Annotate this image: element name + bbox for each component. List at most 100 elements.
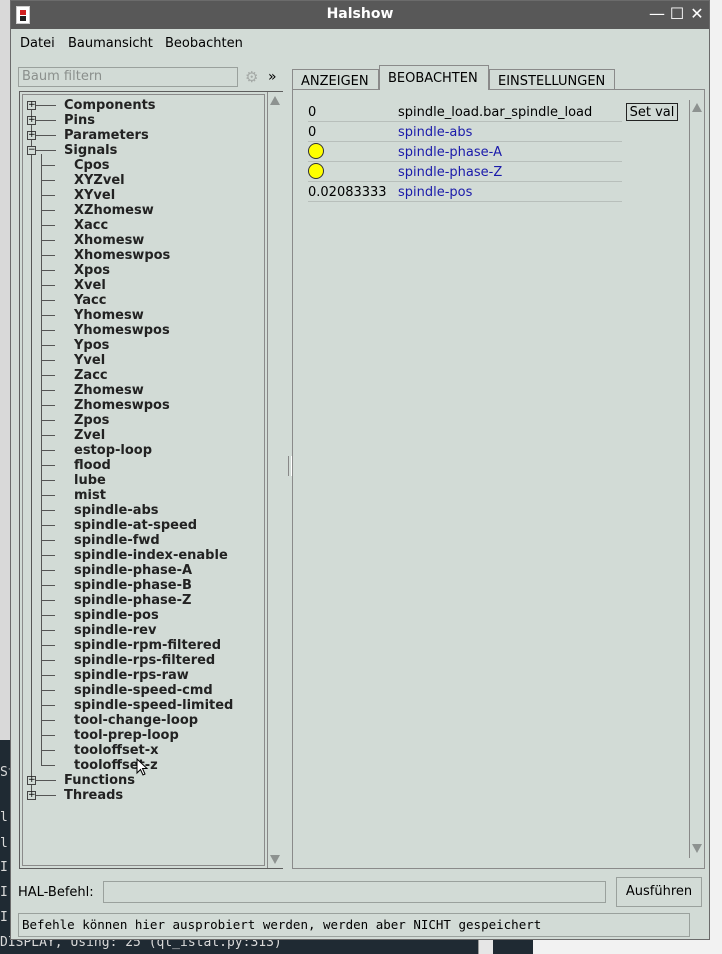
tree-leaf-signal[interactable]: Cpos [74,158,110,173]
tree-leaf-signal[interactable]: flood [74,458,111,473]
title-bar[interactable]: Halshow — ☐ ✕ [11,1,709,29]
watch-row: 0 spindle-abs [308,122,622,142]
tree-leaf-signal[interactable]: Yvel [74,353,105,368]
tab-einstellungen[interactable]: EINSTELLUNGEN [489,69,615,90]
scroll-up-icon[interactable] [692,103,702,112]
tree-connector [41,345,55,346]
tree-leaf-signal[interactable]: estop-loop [74,443,152,458]
tree-leaf-signal[interactable]: Yacc [74,293,106,308]
tree-leaf-signal[interactable]: spindle-speed-limited [74,698,233,713]
watch-signal-name[interactable]: spindle_load.bar_spindle_load [398,105,592,120]
tree-leaf-signal[interactable]: Zpos [74,413,109,428]
watch-scrollbar[interactable] [689,100,705,858]
tab-anzeigen[interactable]: ANZEIGEN [292,69,379,90]
tree-leaf-signal[interactable]: Yhomeswpos [74,323,170,338]
tree-connector [41,705,55,706]
expand-icon[interactable]: + [27,116,36,125]
tree-connector [31,105,32,795]
tree-leaf-signal[interactable]: tool-change-loop [74,713,198,728]
tree-leaf-signal[interactable]: Xacc [74,218,108,233]
tree-leaf-signal[interactable]: mist [74,488,106,503]
tree-node-signals[interactable]: Signals [64,143,117,158]
tree-leaf-signal[interactable]: Xvel [74,278,106,293]
expand-icon[interactable]: + [27,776,36,785]
tree-connector [41,510,55,511]
tree-leaf-signal[interactable]: Zvel [74,428,105,443]
tree-node-parameters[interactable]: Parameters [64,128,149,143]
tree-leaf-signal[interactable]: Xhomesw [74,233,144,248]
tree-node-functions[interactable]: Functions [64,773,135,788]
tree-connector [41,735,55,736]
tree-leaf-signal[interactable]: spindle-speed-cmd [74,683,213,698]
tree-filter-input[interactable]: Baum filtern [18,67,238,87]
tree-leaf-signal[interactable]: Xhomeswpos [74,248,170,263]
tree-leaf-signal[interactable]: XZhomesw [74,203,154,218]
watch-signal-name[interactable]: spindle-pos [398,185,472,200]
tree-connector [41,405,55,406]
tree-leaf-signal[interactable]: spindle-phase-B [74,578,192,593]
tree-leaf-signal[interactable]: spindle-abs [74,503,159,518]
tree-node-components[interactable]: Components [64,98,156,113]
tree-leaf-signal[interactable]: Xpos [74,263,110,278]
scroll-up-icon[interactable] [270,96,280,105]
menu-baumansicht[interactable]: Baumansicht [68,36,153,51]
tree-leaf-signal[interactable]: Ypos [74,338,109,353]
tree-leaf-signal[interactable]: Zhomesw [74,383,144,398]
tree-connector [41,255,55,256]
tree-leaf-signal[interactable]: spindle-pos [74,608,159,623]
set-val-button[interactable]: Set val [626,103,678,121]
watch-value: 0.02083333 [308,185,387,200]
tree-connector [41,195,55,196]
expand-icon[interactable]: + [27,101,36,110]
tree-connector [41,330,55,331]
terminal-line: l [0,836,8,851]
scroll-down-icon[interactable] [692,844,702,853]
hal-command-input[interactable] [103,881,606,903]
tree-leaf-signal[interactable]: Zacc [74,368,108,383]
tree-connector [36,105,56,106]
scroll-down-icon[interactable] [270,855,280,864]
tree-leaf-signal[interactable]: spindle-index-enable [74,548,228,563]
tree-leaf-signal[interactable]: spindle-phase-Z [74,593,191,608]
tree-leaf-signal[interactable]: spindle-phase-A [74,563,192,578]
terminal-line: I [0,885,8,900]
watch-signal-name[interactable]: spindle-abs [398,125,472,140]
tree-scrollbar[interactable] [267,92,283,868]
tree-leaf-signal[interactable]: XYZvel [74,173,125,188]
collapse-icon[interactable]: − [27,146,36,155]
status-text: Befehle können hier ausprobiert werden, … [18,913,690,937]
gear-icon[interactable]: ⚙ [245,68,258,86]
tree-connector [41,285,55,286]
menu-beobachten[interactable]: Beobachten [165,36,243,51]
tree-leaf-signal[interactable]: XYvel [74,188,115,203]
tree-node-threads[interactable]: Threads [64,788,123,803]
tree-leaf-signal[interactable]: tooloffset-x [74,743,159,758]
close-icon[interactable]: ✕ [688,5,706,23]
tree-leaf-signal[interactable]: spindle-rev [74,623,156,638]
tree-leaf-signal[interactable]: spindle-rpm-filtered [74,638,221,653]
menu-datei[interactable]: Datei [20,36,55,51]
tree-leaf-signal[interactable]: tool-prep-loop [74,728,179,743]
tree-leaf-signal[interactable]: spindle-at-speed [74,518,197,533]
more-button[interactable]: » [268,69,277,85]
expand-icon[interactable]: + [27,131,36,140]
watch-panel: 0 spindle_load.bar_spindle_load 0 spindle-a… [292,89,705,869]
tab-beobachten[interactable]: BEOBACHTEN [379,65,489,90]
tree-leaf-signal[interactable]: spindle-rps-filtered [74,653,215,668]
tree-node-pins[interactable]: Pins [64,113,95,128]
tree-leaf-signal[interactable]: Zhomeswpos [74,398,170,413]
tree-connector [41,450,55,451]
expand-icon[interactable]: + [27,791,36,800]
tree-leaf-signal[interactable]: spindle-rps-raw [74,668,189,683]
menu-bar: Datei Baumansicht Beobachten [11,29,709,59]
tree-leaf-signal[interactable]: lube [74,473,106,488]
tree-leaf-signal[interactable]: spindle-fwd [74,533,160,548]
watch-signal-name[interactable]: spindle-phase-A [398,145,502,160]
minimize-icon[interactable]: — [648,5,666,23]
tree-connector [41,315,55,316]
run-button[interactable]: Ausführen [616,877,702,907]
watch-signal-name[interactable]: spindle-phase-Z [398,165,502,180]
maximize-icon[interactable]: ☐ [668,5,686,23]
tree-leaf-signal[interactable]: Yhomesw [74,308,144,323]
tree-connector [41,360,55,361]
